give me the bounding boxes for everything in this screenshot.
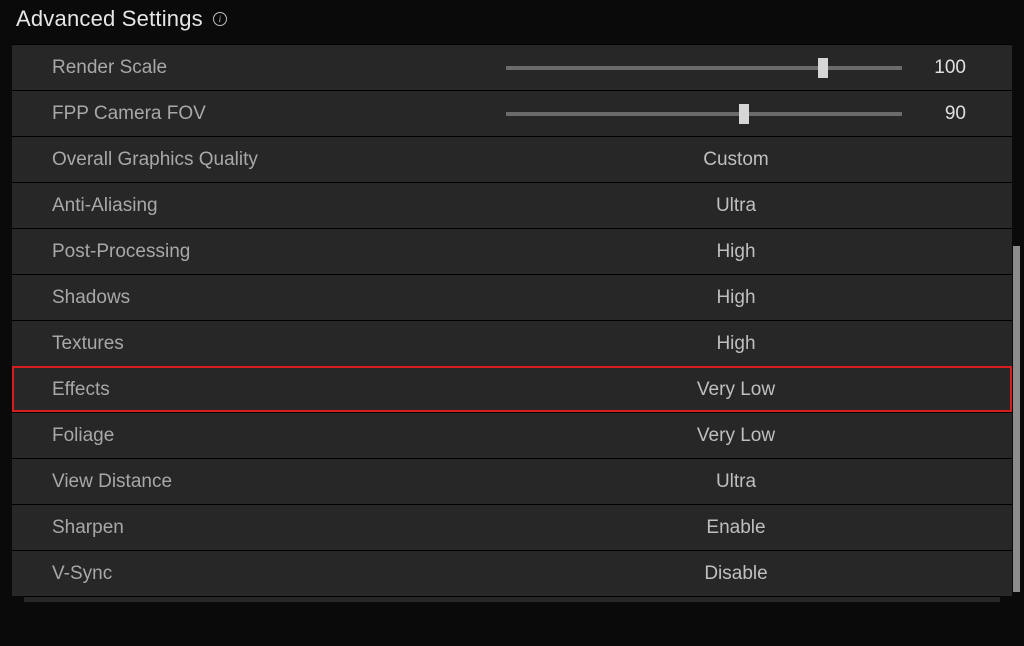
- scrollbar-thumb[interactable]: [1013, 246, 1020, 592]
- slider-value: 90: [922, 103, 966, 125]
- row-sharpen[interactable]: Sharpen Enable: [12, 504, 1012, 550]
- slider-thumb[interactable]: [818, 58, 828, 78]
- control-post-processing[interactable]: High: [472, 241, 1000, 263]
- control-sharpen[interactable]: Enable: [472, 517, 1000, 539]
- row-fpp-camera-fov[interactable]: FPP Camera FOV 90: [12, 90, 1012, 136]
- value-effects: Very Low: [697, 379, 775, 401]
- label-vsync: V-Sync: [52, 563, 472, 585]
- value-shadows: High: [716, 287, 755, 309]
- row-vsync[interactable]: V-Sync Disable: [12, 550, 1012, 596]
- section-title: Advanced Settings: [16, 6, 203, 32]
- row-effects[interactable]: Effects Very Low: [12, 366, 1012, 412]
- slider-render-scale[interactable]: 100: [506, 57, 966, 79]
- control-shadows[interactable]: High: [472, 287, 1000, 309]
- label-sharpen: Sharpen: [52, 517, 472, 539]
- label-post-processing: Post-Processing: [52, 241, 472, 263]
- row-shadows[interactable]: Shadows High: [12, 274, 1012, 320]
- label-fpp-camera-fov: FPP Camera FOV: [52, 103, 472, 125]
- control-overall-graphics[interactable]: Custom: [472, 149, 1000, 171]
- value-vsync: Disable: [704, 563, 767, 585]
- value-overall-graphics: Custom: [703, 149, 768, 171]
- row-anti-aliasing[interactable]: Anti-Aliasing Ultra: [12, 182, 1012, 228]
- row-post-processing[interactable]: Post-Processing High: [12, 228, 1012, 274]
- control-fpp-camera-fov: 90: [472, 103, 1000, 125]
- label-textures: Textures: [52, 333, 472, 355]
- slider-fpp-camera-fov[interactable]: 90: [506, 103, 966, 125]
- slider-value: 100: [922, 57, 966, 79]
- label-view-distance: View Distance: [52, 471, 472, 493]
- control-render-scale: 100: [472, 57, 1000, 79]
- value-post-processing: High: [716, 241, 755, 263]
- slider-track[interactable]: [506, 112, 902, 116]
- control-textures[interactable]: High: [472, 333, 1000, 355]
- value-foliage: Very Low: [697, 425, 775, 447]
- label-effects: Effects: [52, 379, 472, 401]
- control-anti-aliasing[interactable]: Ultra: [472, 195, 1000, 217]
- row-foliage[interactable]: Foliage Very Low: [12, 412, 1012, 458]
- label-render-scale: Render Scale: [52, 57, 472, 79]
- control-foliage[interactable]: Very Low: [472, 425, 1000, 447]
- row-view-distance[interactable]: View Distance Ultra: [12, 458, 1012, 504]
- label-overall-graphics: Overall Graphics Quality: [52, 149, 472, 171]
- control-vsync[interactable]: Disable: [472, 563, 1000, 585]
- row-overall-graphics[interactable]: Overall Graphics Quality Custom: [12, 136, 1012, 182]
- label-anti-aliasing: Anti-Aliasing: [52, 195, 472, 217]
- label-shadows: Shadows: [52, 287, 472, 309]
- value-textures: High: [716, 333, 755, 355]
- value-anti-aliasing: Ultra: [716, 195, 756, 217]
- list-footer-divider: [24, 596, 1000, 602]
- control-effects[interactable]: Very Low: [472, 379, 1000, 401]
- advanced-settings-list: Render Scale 100 FPP Camera FOV 90 Overa…: [0, 44, 1024, 602]
- value-sharpen: Enable: [706, 517, 765, 539]
- row-textures[interactable]: Textures High: [12, 320, 1012, 366]
- slider-thumb[interactable]: [739, 104, 749, 124]
- info-icon[interactable]: i: [213, 12, 227, 26]
- label-foliage: Foliage: [52, 425, 472, 447]
- control-view-distance[interactable]: Ultra: [472, 471, 1000, 493]
- value-view-distance: Ultra: [716, 471, 756, 493]
- slider-track[interactable]: [506, 66, 902, 70]
- row-render-scale[interactable]: Render Scale 100: [12, 44, 1012, 90]
- section-header: Advanced Settings i: [0, 0, 1024, 44]
